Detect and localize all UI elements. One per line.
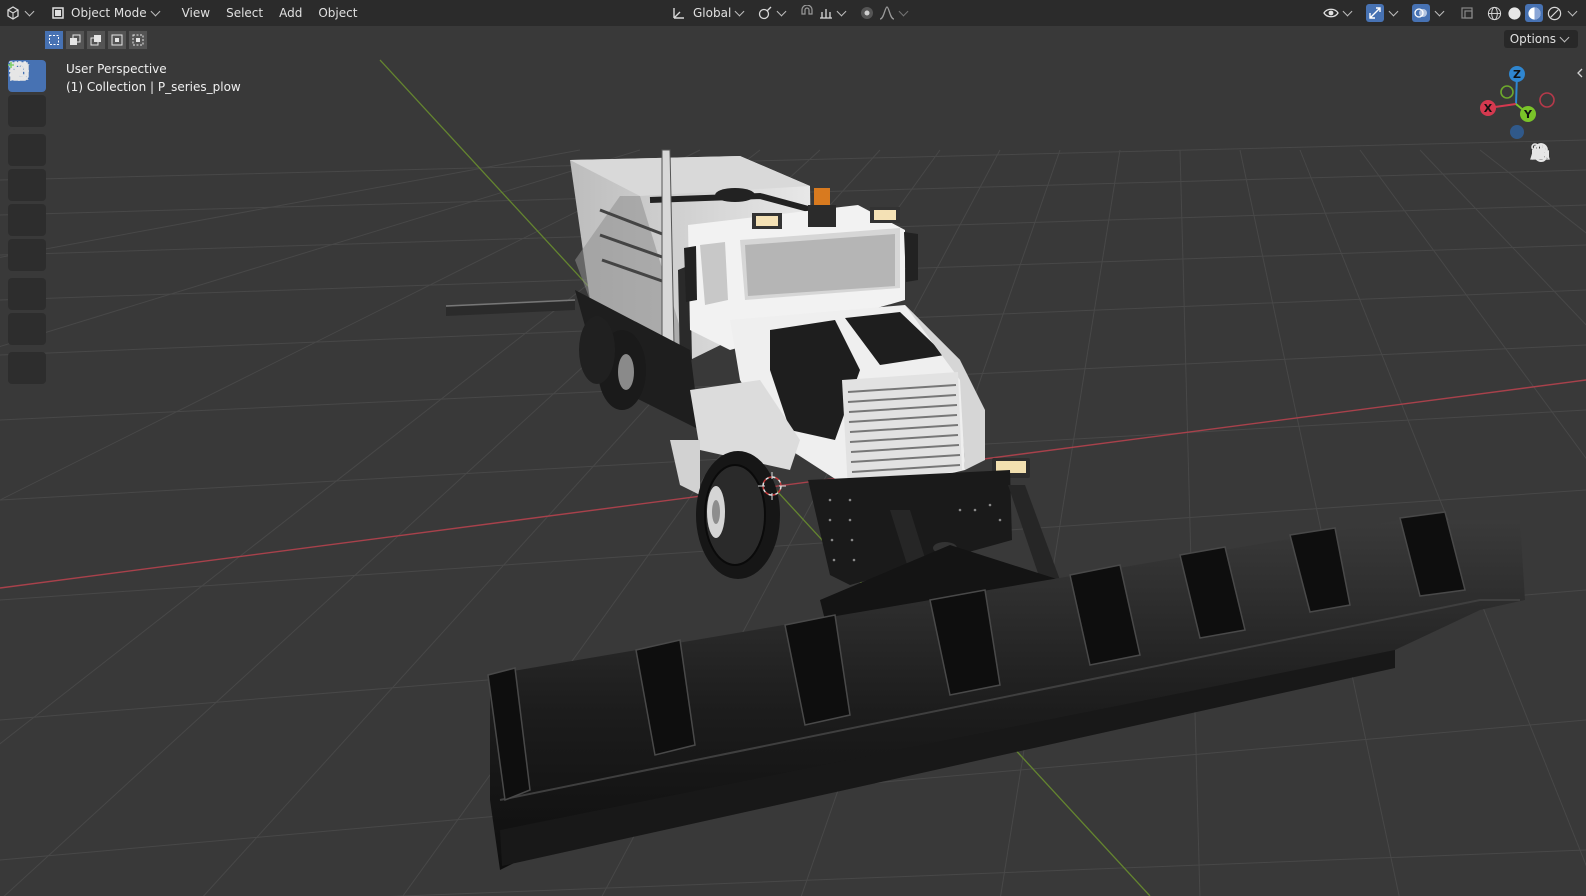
chevron-down-icon xyxy=(776,6,787,17)
gizmo-y-label: Y xyxy=(1523,108,1533,121)
menu-select[interactable]: Select xyxy=(218,3,271,23)
pivot-point-dropdown[interactable] xyxy=(752,3,794,23)
scale-tool[interactable] xyxy=(8,62,46,236)
snap-toggle[interactable] xyxy=(794,3,854,23)
proportional-editing-icon xyxy=(859,5,875,21)
orientation-label: Global xyxy=(693,6,732,20)
viewport-info-text: User Perspective (1) Collection | P_seri… xyxy=(66,60,241,96)
shading-modes xyxy=(1484,4,1580,22)
pan-button[interactable] xyxy=(1530,144,1560,202)
mode-label: Object Mode xyxy=(71,6,147,20)
snap-increment-icon xyxy=(819,6,833,20)
navigation-gizmo[interactable]: Z X Y xyxy=(1476,60,1560,144)
tool-shelf xyxy=(8,60,48,387)
eye-icon xyxy=(1323,5,1339,21)
chevron-down-icon xyxy=(898,6,909,17)
chevron-down-icon[interactable] xyxy=(1567,6,1578,17)
falloff-curve-icon xyxy=(879,5,895,21)
gizmo-y-axis[interactable]: Y xyxy=(1520,106,1536,122)
transform-orientation-dropdown[interactable]: Global xyxy=(666,3,752,23)
header-menus: View Select Add Object xyxy=(174,3,366,23)
chevron-down-icon xyxy=(1342,6,1353,17)
chevron-down-icon xyxy=(24,6,35,17)
gizmo-toggle[interactable] xyxy=(1360,3,1406,23)
proportional-editing-toggle[interactable] xyxy=(854,3,916,23)
menu-object[interactable]: Object xyxy=(310,3,365,23)
xray-icon xyxy=(1458,4,1476,22)
3d-viewport[interactable]: User Perspective (1) Collection | P_seri… xyxy=(0,52,1586,896)
chevron-left-icon xyxy=(1577,68,1583,78)
overlays-toggle[interactable] xyxy=(1406,3,1452,23)
rendered-shading-icon[interactable] xyxy=(1545,4,1563,22)
gizmo-z-label: Z xyxy=(1513,68,1521,81)
move-tool[interactable] xyxy=(8,61,46,166)
xray-toggle[interactable] xyxy=(1452,3,1482,23)
chevron-down-icon xyxy=(1388,6,1399,17)
gizmo-z-axis[interactable]: Z xyxy=(1509,66,1525,82)
chevron-down-icon xyxy=(1434,6,1445,17)
sidebar-toggle[interactable] xyxy=(1576,68,1584,78)
select-extend-icon[interactable] xyxy=(65,30,85,50)
transform-tool[interactable] xyxy=(8,62,46,271)
add-cube-tool[interactable] xyxy=(8,62,46,384)
chevron-down-icon xyxy=(150,6,161,17)
orientation-global-icon xyxy=(671,5,687,21)
material-preview-shading-icon[interactable] xyxy=(1525,4,1543,22)
chevron-down-icon xyxy=(734,6,745,17)
options-label: Options xyxy=(1509,32,1556,46)
view-name: User Perspective xyxy=(66,62,167,76)
collection-info: (1) Collection | P_series_plow xyxy=(66,80,241,94)
viewport-scene xyxy=(0,59,1586,896)
perspective-toggle-button[interactable] xyxy=(1530,145,1560,262)
measure-tool[interactable] xyxy=(8,61,46,345)
pivot-icon xyxy=(757,5,773,21)
select-new-icon[interactable] xyxy=(44,30,64,50)
editor-type-button[interactable] xyxy=(0,3,42,23)
gizmo-icon xyxy=(1366,4,1384,22)
cursor-tool[interactable] xyxy=(8,61,46,127)
selection-mode-group xyxy=(44,30,149,50)
tool-settings-bar: Options xyxy=(0,26,1586,52)
viewport-header: Object Mode View Select Add Object Globa… xyxy=(0,0,1586,26)
snow-plow-truck-model[interactable] xyxy=(445,149,1525,870)
magnet-icon xyxy=(799,5,815,21)
object-mode-dropdown[interactable]: Object Mode xyxy=(46,3,168,23)
chevron-down-icon xyxy=(1559,32,1570,43)
solid-shading-icon[interactable] xyxy=(1505,4,1523,22)
rotate-tool[interactable] xyxy=(8,63,46,201)
select-subtract-icon[interactable] xyxy=(86,30,106,50)
visibility-dropdown[interactable] xyxy=(1318,3,1360,23)
select-invert-icon[interactable] xyxy=(107,30,127,50)
annotate-tool[interactable] xyxy=(8,63,46,310)
gizmo-x-label: X xyxy=(1484,102,1493,115)
options-dropdown[interactable]: Options xyxy=(1503,30,1578,48)
transform-controls: Global xyxy=(666,3,916,23)
camera-view-button[interactable] xyxy=(1530,143,1560,232)
wireframe-shading-icon[interactable] xyxy=(1485,4,1503,22)
gizmo-x-axis[interactable]: X xyxy=(1480,100,1496,116)
object-mode-icon xyxy=(51,6,65,20)
menu-view[interactable]: View xyxy=(174,3,218,23)
menu-add[interactable]: Add xyxy=(271,3,310,23)
overlays-icon xyxy=(1412,4,1430,22)
3d-viewport-icon xyxy=(5,5,21,21)
select-intersect-icon[interactable] xyxy=(128,30,148,50)
chevron-down-icon xyxy=(836,6,847,17)
navigation-buttons xyxy=(1530,142,1560,262)
viewport-display-controls xyxy=(1318,3,1580,23)
